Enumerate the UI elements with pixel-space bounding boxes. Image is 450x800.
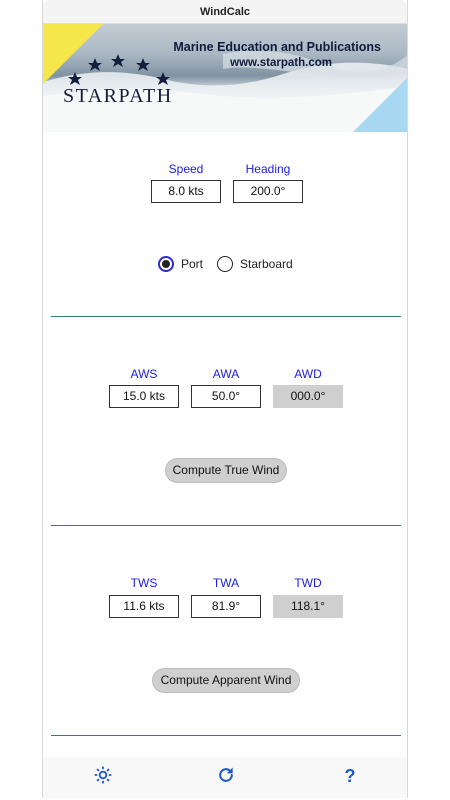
tws-label: TWS [130, 576, 158, 590]
refresh-button[interactable] [214, 765, 238, 789]
banner-url[interactable]: www.starpath.com [230, 57, 332, 69]
tws-input[interactable]: 11.6 kts [109, 595, 179, 618]
starboard-radio[interactable] [217, 256, 233, 272]
speed-label: Speed [168, 162, 204, 176]
gear-icon [94, 766, 112, 784]
twa-label: TWA [212, 576, 240, 590]
twd-label: TWD [294, 576, 322, 590]
speed-input[interactable]: 8.0 kts [151, 180, 221, 203]
bottom-toolbar: ? [43, 757, 407, 798]
twa-input[interactable]: 81.9° [191, 595, 261, 618]
compute-apparent-wind-button[interactable]: Compute Apparent Wind [152, 668, 300, 693]
awa-input[interactable]: 50.0° [191, 385, 261, 408]
aws-label: AWS [130, 367, 158, 381]
settings-button[interactable] [91, 765, 115, 789]
awa-label: AWA [212, 367, 240, 381]
aws-input[interactable]: 15.0 kts [109, 385, 179, 408]
awd-output: 000.0° [273, 385, 343, 408]
heading-input[interactable]: 200.0° [233, 180, 303, 203]
brand-logo-text: STARPATH [63, 85, 173, 107]
port-radio-label[interactable]: Port [181, 257, 203, 271]
starpath-banner: Marine Education and Publications www.st… [43, 24, 407, 132]
awd-label: AWD [294, 367, 322, 381]
section-divider [51, 316, 401, 317]
refresh-icon [219, 767, 233, 782]
compute-true-wind-button[interactable]: Compute True Wind [165, 458, 287, 483]
heading-label: Heading [245, 162, 291, 176]
port-radio[interactable] [158, 256, 174, 272]
twd-output: 118.1° [273, 595, 343, 618]
starboard-radio-label[interactable]: Starboard [240, 257, 293, 271]
app-window: WindCalc Marine Education and Publicatio… [42, 0, 408, 798]
banner-tagline: Marine Education and Publications [173, 40, 381, 54]
section-divider [51, 735, 401, 736]
window-title: WindCalc [43, 0, 407, 24]
help-button[interactable]: ? [338, 765, 362, 789]
section-divider [51, 525, 401, 526]
